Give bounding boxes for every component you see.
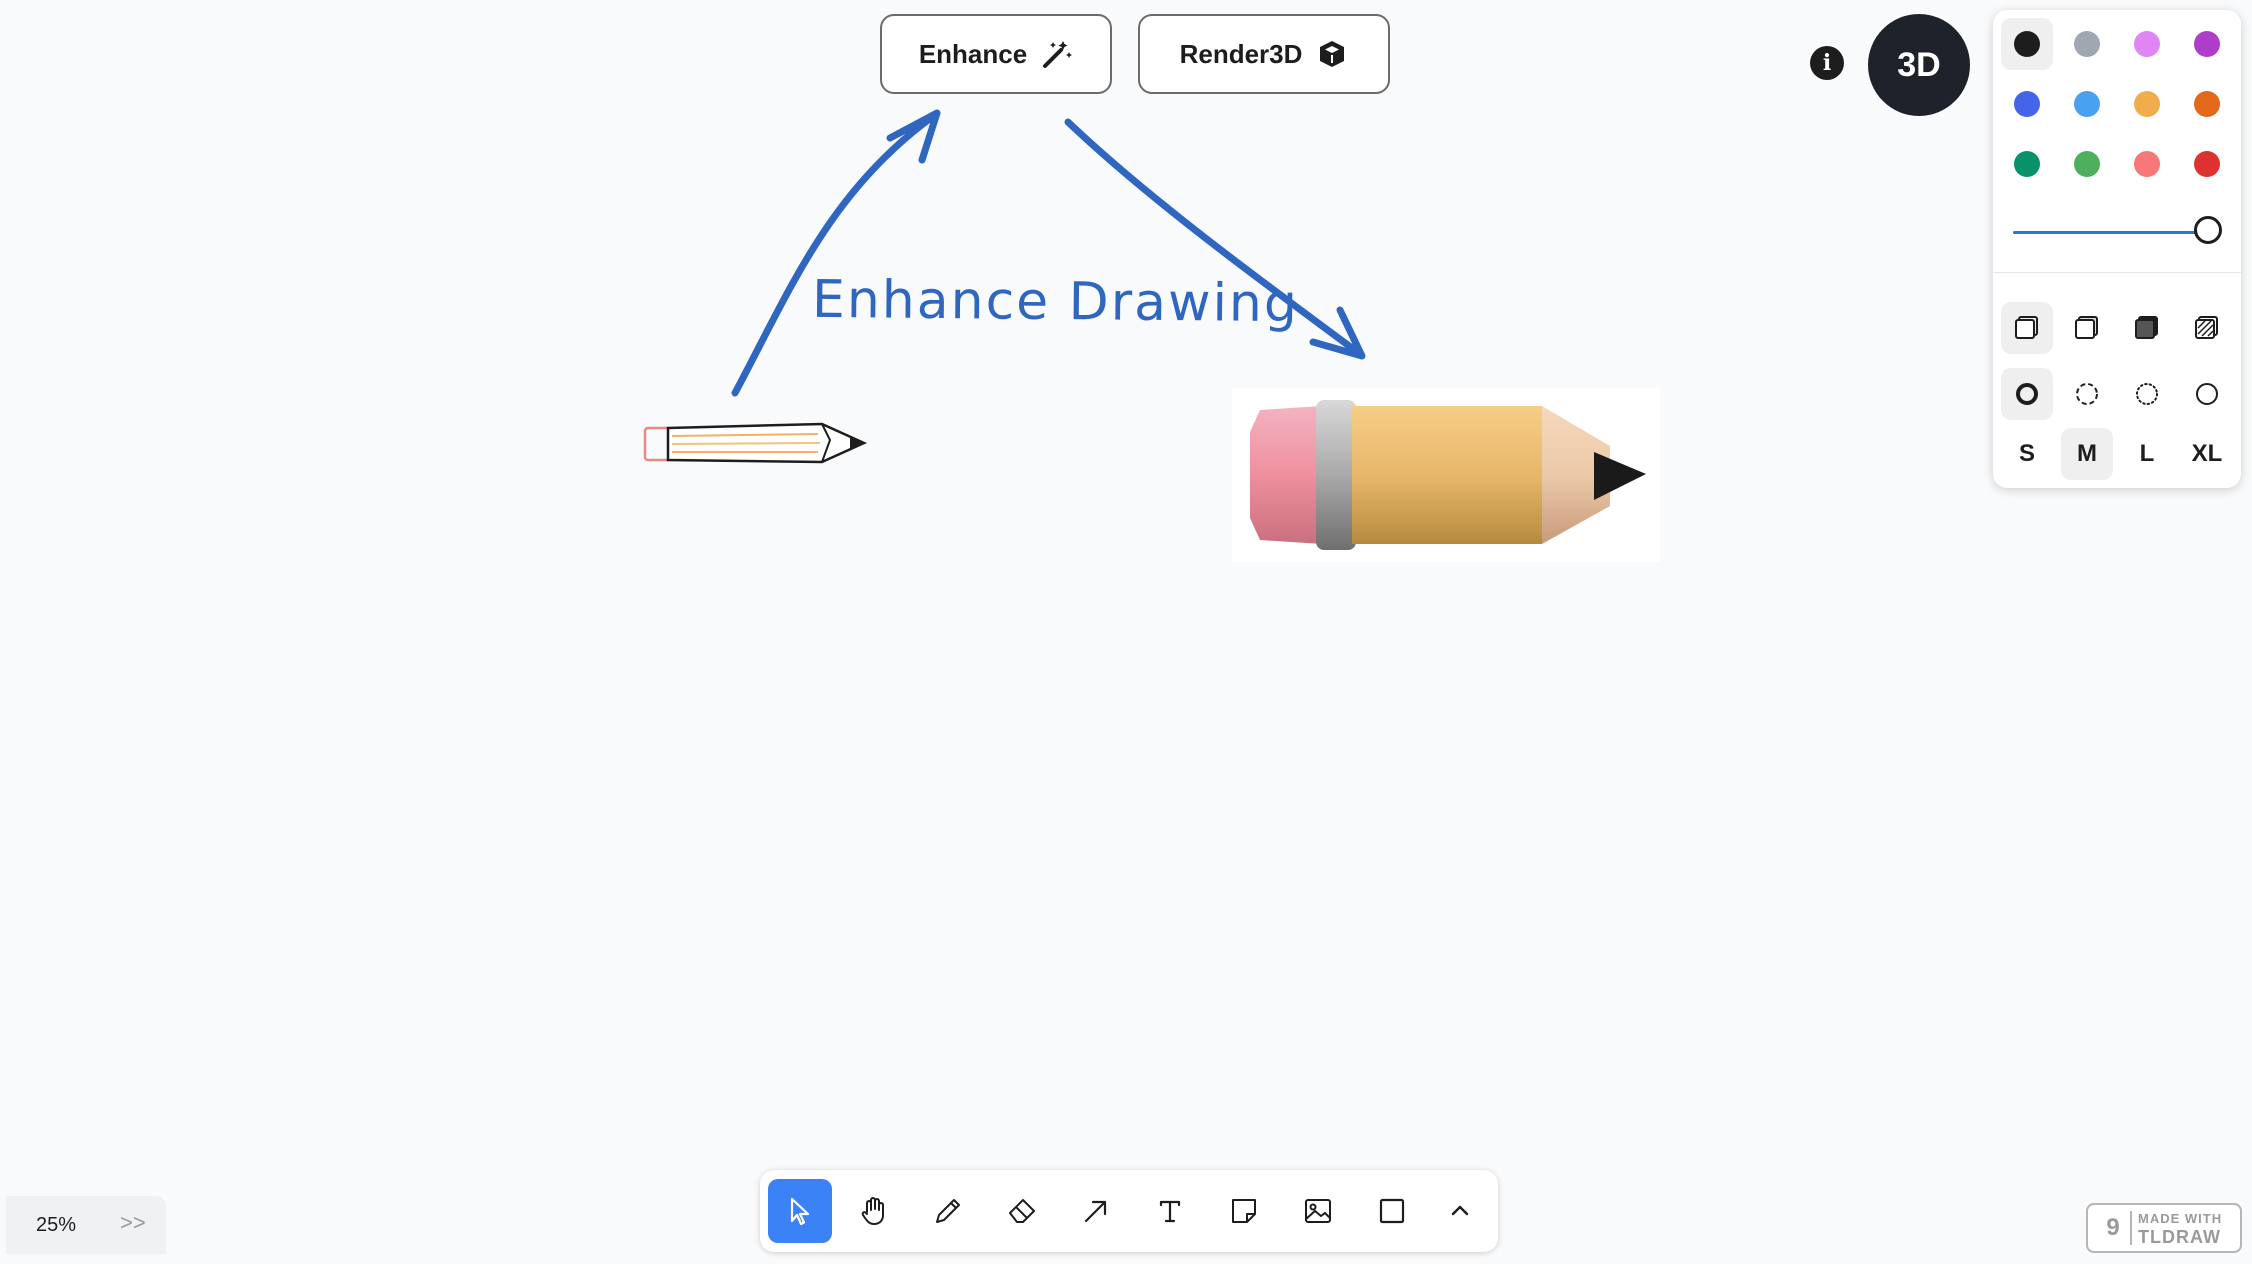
color-swatch[interactable] xyxy=(2001,138,2053,190)
color-swatch[interactable] xyxy=(2061,78,2113,130)
style-panel: S M L XL xyxy=(1993,10,2241,488)
render3d-label: Render3D xyxy=(1179,38,1303,69)
sticky-note-icon xyxy=(1232,1199,1256,1223)
three-d-button[interactable]: 3D xyxy=(1868,14,1970,116)
cursor-icon xyxy=(790,1197,810,1226)
fill-none-icon xyxy=(2015,316,2038,339)
color-dot xyxy=(2014,151,2040,177)
rectangle-icon xyxy=(1379,1198,1405,1224)
color-dot xyxy=(2134,31,2160,57)
fill-pattern-icon xyxy=(2195,316,2218,339)
badge-line1: MADE WITH xyxy=(2138,1211,2223,1226)
hand-tool[interactable] xyxy=(842,1179,906,1243)
tldraw-logo-icon: 9 xyxy=(2096,1211,2132,1245)
color-swatch[interactable] xyxy=(2001,18,2053,70)
expand-minimap-icon[interactable]: >> xyxy=(120,1210,146,1236)
fill-solid-icon xyxy=(2135,316,2158,339)
color-swatch[interactable] xyxy=(2121,18,2173,70)
enhance-label: Enhance xyxy=(918,38,1028,69)
rendered-pencil-image[interactable] xyxy=(1232,388,1660,562)
info-icon[interactable]: i xyxy=(1810,46,1844,80)
fill-semi-option[interactable] xyxy=(2061,302,2113,354)
dash-draw-option[interactable] xyxy=(2001,368,2053,420)
zoom-level[interactable]: 25% xyxy=(36,1214,76,1237)
pencil-icon xyxy=(936,1199,960,1223)
color-swatch[interactable] xyxy=(2121,138,2173,190)
color-dot xyxy=(2194,91,2220,117)
size-l-option[interactable]: L xyxy=(2121,428,2173,480)
zoom-menu[interactable]: 25% >> xyxy=(6,1196,166,1254)
hand-icon xyxy=(861,1197,884,1225)
color-dot xyxy=(2074,91,2100,117)
dash-dotted-icon xyxy=(2136,383,2158,405)
eraser-tool[interactable] xyxy=(990,1179,1054,1243)
arrow-tool[interactable] xyxy=(1064,1179,1128,1243)
size-xl-option[interactable]: XL xyxy=(2181,428,2233,480)
note-tool[interactable] xyxy=(1212,1179,1276,1243)
color-swatch[interactable] xyxy=(2121,78,2173,130)
draw-tool[interactable] xyxy=(916,1179,980,1243)
color-dot xyxy=(2074,31,2100,57)
badge-line2: TLDRAW xyxy=(2138,1227,2221,1247)
more-tools[interactable] xyxy=(1428,1179,1492,1243)
dash-dotted-option[interactable] xyxy=(2121,368,2173,420)
dash-dashed-icon xyxy=(2076,383,2098,405)
panel-divider xyxy=(1993,272,2241,273)
color-swatch[interactable] xyxy=(2001,78,2053,130)
dash-solid-option[interactable] xyxy=(2181,368,2233,420)
dash-dashed-option[interactable] xyxy=(2061,368,2113,420)
canvas-drawings xyxy=(643,109,1366,464)
color-swatch[interactable] xyxy=(2181,138,2233,190)
image-tool[interactable] xyxy=(1286,1179,1350,1243)
color-dot xyxy=(2194,31,2220,57)
color-swatch[interactable] xyxy=(2181,18,2233,70)
bottom-toolbar xyxy=(760,1170,1498,1252)
opacity-slider-track[interactable] xyxy=(2013,231,2208,234)
sketched-pencil[interactable] xyxy=(643,422,868,464)
enhance-drawing-label[interactable]: Enhance Drawing xyxy=(812,270,1299,334)
color-dot xyxy=(2194,151,2220,177)
color-dot xyxy=(2134,151,2160,177)
fill-semi-icon xyxy=(2075,316,2098,339)
chevron-up-icon xyxy=(1451,1205,1469,1216)
color-dot xyxy=(2014,31,2040,57)
color-dot xyxy=(2074,151,2100,177)
select-tool[interactable] xyxy=(768,1179,832,1243)
arrow-to-enhance xyxy=(731,111,939,397)
made-with-tldraw-badge[interactable]: 9 MADE WITH TLDRAW xyxy=(2086,1203,2242,1253)
color-swatch[interactable] xyxy=(2181,78,2233,130)
eraser-icon xyxy=(1009,1199,1035,1223)
render3d-button[interactable]: Render3D xyxy=(1138,14,1390,94)
enhance-button[interactable]: Enhance xyxy=(880,14,1112,94)
fill-none-option[interactable] xyxy=(2001,302,2053,354)
color-swatch[interactable] xyxy=(2061,138,2113,190)
image-icon xyxy=(1305,1199,1331,1223)
dash-draw-icon xyxy=(2016,383,2038,405)
color-dot xyxy=(2134,91,2160,117)
drawing-canvas[interactable]: Enhance Drawing xyxy=(0,0,2252,1264)
fill-solid-option[interactable] xyxy=(2121,302,2173,354)
arrow-icon xyxy=(1084,1200,1107,1223)
size-m-option[interactable]: M xyxy=(2061,428,2113,480)
color-dot xyxy=(2014,91,2040,117)
dash-solid-icon xyxy=(2196,383,2218,405)
color-swatch[interactable] xyxy=(2061,18,2113,70)
opacity-slider-thumb[interactable] xyxy=(2194,216,2222,244)
text-tool[interactable] xyxy=(1138,1179,1202,1243)
fill-pattern-option[interactable] xyxy=(2181,302,2233,354)
magic-wand-icon xyxy=(1043,41,1073,68)
text-icon xyxy=(1159,1200,1181,1223)
size-s-option[interactable]: S xyxy=(2001,428,2053,480)
cube-icon xyxy=(1320,41,1345,67)
rectangle-tool[interactable] xyxy=(1360,1179,1424,1243)
